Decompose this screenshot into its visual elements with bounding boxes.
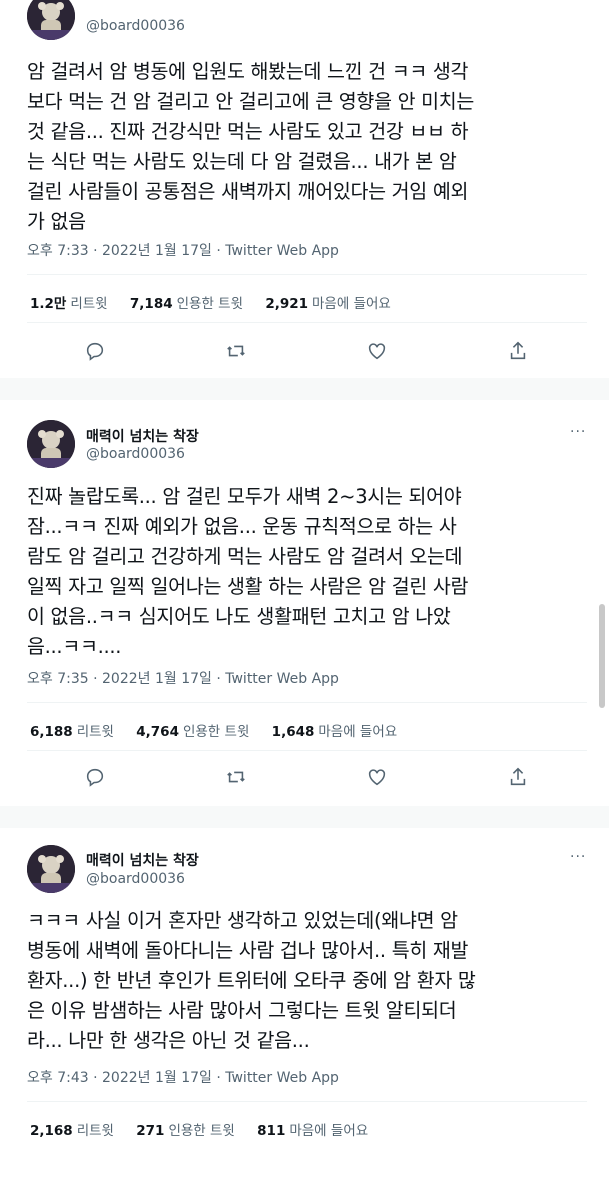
reply-icon[interactable]: [84, 766, 108, 790]
divider: [27, 322, 587, 323]
divider: [27, 274, 587, 275]
tweet-stats: 1.2만 리트윗 7,184 인용한 트윗 2,921 마음에 들어요: [30, 292, 409, 312]
separator: [0, 378, 609, 400]
tweet-timestamp[interactable]: 오후 7:35 · 2022년 1월 17일 · Twitter Web App: [27, 668, 339, 688]
tweet-stats: 6,188 리트윗 4,764 인용한 트윗 1,648 마음에 들어요: [30, 720, 415, 740]
tweet-text: 진짜 놀랍도록... 암 걸린 모두가 새벽 2~3시는 되어야 잠...ㅋㅋ …: [27, 485, 469, 658]
retweet-icon[interactable]: [225, 340, 249, 364]
like-icon[interactable]: [366, 766, 390, 790]
display-name[interactable]: 매력이 넘치는 착장: [86, 426, 199, 446]
tweet-actions: [0, 766, 600, 796]
tweet-actions: [0, 340, 600, 370]
tweet-stats: 2,168 리트윗 271 인용한 트윗 811 마음에 들어요: [30, 1119, 386, 1139]
tweet-card[interactable]: @board00036 암 걸려서 암 병동에 입원도 해봤는데 느낀 건 ㅋㅋ…: [0, 0, 600, 378]
tweet-timestamp[interactable]: 오후 7:33 · 2022년 1월 17일 · Twitter Web App: [27, 240, 339, 260]
reply-icon[interactable]: [84, 340, 108, 364]
like-stat[interactable]: 2,921 마음에 들어요: [265, 296, 391, 312]
quote-stat[interactable]: 7,184 인용한 트윗: [130, 296, 243, 312]
like-stat[interactable]: 1,648 마음에 들어요: [272, 724, 398, 740]
tweet-card[interactable]: 매력이 넘치는 착장 @board00036 ··· 진짜 놀랍도록... 암 …: [0, 400, 600, 806]
tweet-timestamp[interactable]: 오후 7:43 · 2022년 1월 17일 · Twitter Web App: [27, 1067, 339, 1087]
avatar[interactable]: [27, 0, 75, 40]
retweet-stat[interactable]: 1.2만 리트윗: [30, 296, 108, 312]
divider: [27, 1101, 587, 1102]
quote-stat[interactable]: 271 인용한 트윗: [136, 1123, 235, 1139]
quote-stat[interactable]: 4,764 인용한 트윗: [136, 724, 249, 740]
user-handle[interactable]: @board00036: [86, 18, 185, 34]
user-handle[interactable]: @board00036: [86, 871, 185, 887]
avatar[interactable]: [27, 420, 75, 468]
retweet-stat[interactable]: 2,168 리트윗: [30, 1123, 114, 1139]
share-icon[interactable]: [507, 340, 531, 364]
more-options-icon[interactable]: ···: [570, 424, 586, 440]
display-name[interactable]: 매력이 넘치는 착장: [86, 850, 199, 870]
like-stat[interactable]: 811 마음에 들어요: [257, 1123, 368, 1139]
avatar[interactable]: [27, 845, 75, 893]
user-handle[interactable]: @board00036: [86, 446, 185, 462]
retweet-stat[interactable]: 6,188 리트윗: [30, 724, 114, 740]
scrollbar[interactable]: [599, 604, 605, 708]
separator: [0, 806, 609, 828]
like-icon[interactable]: [366, 340, 390, 364]
more-options-icon[interactable]: ···: [570, 849, 586, 865]
retweet-icon[interactable]: [225, 766, 249, 790]
tweet-text: 암 걸려서 암 병동에 입원도 해봤는데 느낀 건 ㅋㅋ 생각 보다 먹는 건 …: [27, 60, 475, 233]
divider: [27, 750, 587, 751]
tweet-text: ㅋㅋㅋ 사실 이거 혼자만 생각하고 있었는데(왜냐면 암 병동에 새벽에 돌아…: [27, 909, 476, 1052]
tweet-card[interactable]: 매력이 넘치는 착장 @board00036 ··· ㅋㅋㅋ 사실 이거 혼자만…: [0, 828, 600, 1148]
share-icon[interactable]: [507, 766, 531, 790]
divider: [27, 702, 587, 703]
